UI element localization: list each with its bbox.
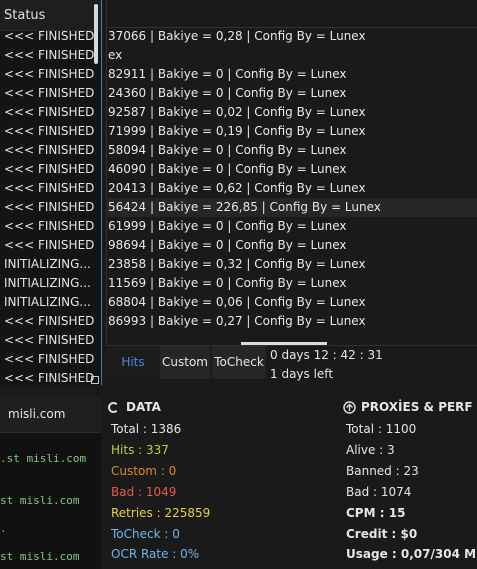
data-total: Total : 1386 xyxy=(111,422,182,436)
status-row[interactable]: <<< FINISHED V xyxy=(4,27,96,46)
log-row[interactable]: 86993 | Bakiye = 0,27 | Config By = Lune… xyxy=(108,312,468,331)
data-bad: Bad : 1049 xyxy=(111,485,177,499)
log-row[interactable]: 98694 | Bakiye = 0 | Config By = Lunex xyxy=(108,236,468,255)
elapsed-time: 0 days 12 : 42 : 31 xyxy=(270,348,383,362)
data-title: DATA xyxy=(126,400,161,414)
site-line: . xyxy=(0,522,7,535)
status-row[interactable]: INITIALIZING... xyxy=(4,293,96,312)
log-row[interactable]: 92587 | Bakiye = 0,02 | Config By = Lune… xyxy=(108,103,468,122)
proxies-banned: Banned : 23 xyxy=(346,464,419,478)
proxies-bad: Bad : 1074 xyxy=(346,485,412,499)
proxy-icon xyxy=(343,401,356,414)
status-row[interactable]: <<< FINISHED V xyxy=(4,312,96,331)
status-row[interactable]: <<< FINISHED V xyxy=(4,236,96,255)
status-row[interactable]: INITIALIZING... xyxy=(4,255,96,274)
days-left: 1 days left xyxy=(270,367,334,381)
data-tocheck: ToCheck : 0 xyxy=(111,527,180,541)
data-ocr-rate: OCR Rate : 0% xyxy=(111,547,200,561)
log-row[interactable]: 20413 | Bakiye = 0,62 | Config By = Lune… xyxy=(108,179,468,198)
perf-cpm: CPM : 15 xyxy=(346,506,406,520)
site-line: st misli.com xyxy=(0,550,80,563)
tab-tocheck[interactable]: ToCheck xyxy=(212,346,266,379)
log-horizontal-scrollbar[interactable] xyxy=(241,342,327,345)
status-row[interactable]: <<< FINISHED V xyxy=(4,198,96,217)
log-row[interactable]: 37066 | Bakiye = 0,28 | Config By = Lune… xyxy=(108,27,468,46)
status-row[interactable]: <<< FINISHED V xyxy=(4,103,96,122)
perf-usage: Usage : 0,07/304 MB xyxy=(346,547,477,561)
log-row[interactable]: 24360 | Bakiye = 0 | Config By = Lunex xyxy=(108,84,468,103)
proxies-alive: Alive : 3 xyxy=(346,443,395,457)
status-row[interactable]: <<< FINISHED V xyxy=(4,350,96,369)
log-row[interactable]: 61999 | Bakiye = 0 | Config By = Lunex xyxy=(108,217,468,236)
data-custom: Custom : 0 xyxy=(111,464,177,478)
status-row[interactable]: <<< FINISHED V xyxy=(4,369,96,388)
site-line: st misli.com xyxy=(0,494,80,507)
log-row[interactable]: 58094 | Bakiye = 0 | Config By = Lunex xyxy=(108,141,468,160)
status-row[interactable]: <<< FINISHED V xyxy=(4,141,96,160)
status-row[interactable]: <<< FINISHED V xyxy=(4,160,96,179)
status-row[interactable]: <<< FINISHED V xyxy=(4,331,96,350)
log-row[interactable]: 23858 | Bakiye = 0,32 | Config By = Lune… xyxy=(108,255,468,274)
status-row[interactable]: <<< FINISHED V xyxy=(4,84,96,103)
status-row[interactable]: <<< FINISHED V xyxy=(4,217,96,236)
data-hits: Hits : 337 xyxy=(111,443,169,457)
tab-hits[interactable]: Hits xyxy=(108,346,158,379)
status-row[interactable]: <<< FINISHED V xyxy=(4,65,96,84)
site-line: .st misli.com xyxy=(0,452,87,465)
proxies-perf-title: PROXİES & PERF xyxy=(361,400,473,414)
resize-grip-icon[interactable] xyxy=(91,376,99,384)
data-retries: Retries : 225859 xyxy=(111,506,211,520)
status-row[interactable]: INITIALIZING... xyxy=(4,274,96,293)
status-row[interactable]: <<< FINISHED V xyxy=(4,179,96,198)
status-row[interactable]: <<< FINISHED V xyxy=(4,122,96,141)
proxies-total: Total : 1100 xyxy=(346,422,417,436)
status-header-label: Status xyxy=(4,8,46,23)
tab-custom[interactable]: Custom xyxy=(160,346,210,379)
log-row[interactable]: 82911 | Bakiye = 0 | Config By = Lunex xyxy=(108,65,468,84)
log-row[interactable]: ex xyxy=(108,46,468,65)
perf-credit: Credit : $0 xyxy=(346,527,418,541)
log-row[interactable]: 11569 | Bakiye = 0 | Config By = Lunex xyxy=(108,274,468,293)
status-row[interactable]: <<< FINISHED V xyxy=(4,46,96,65)
refresh-icon xyxy=(108,402,119,413)
status-scrollbar[interactable] xyxy=(94,4,98,64)
site-tab-label: misli.com xyxy=(8,407,66,421)
log-row[interactable]: 56424 | Bakiye = 226,85 | Config By = Lu… xyxy=(106,198,477,217)
log-row[interactable]: 68804 | Bakiye = 0,06 | Config By = Lune… xyxy=(108,293,468,312)
log-row[interactable]: 71999 | Bakiye = 0,19 | Config By = Lune… xyxy=(108,122,468,141)
site-tab[interactable]: misli.com xyxy=(0,397,101,433)
log-row[interactable]: 46090 | Bakiye = 0 | Config By = Lunex xyxy=(108,160,468,179)
